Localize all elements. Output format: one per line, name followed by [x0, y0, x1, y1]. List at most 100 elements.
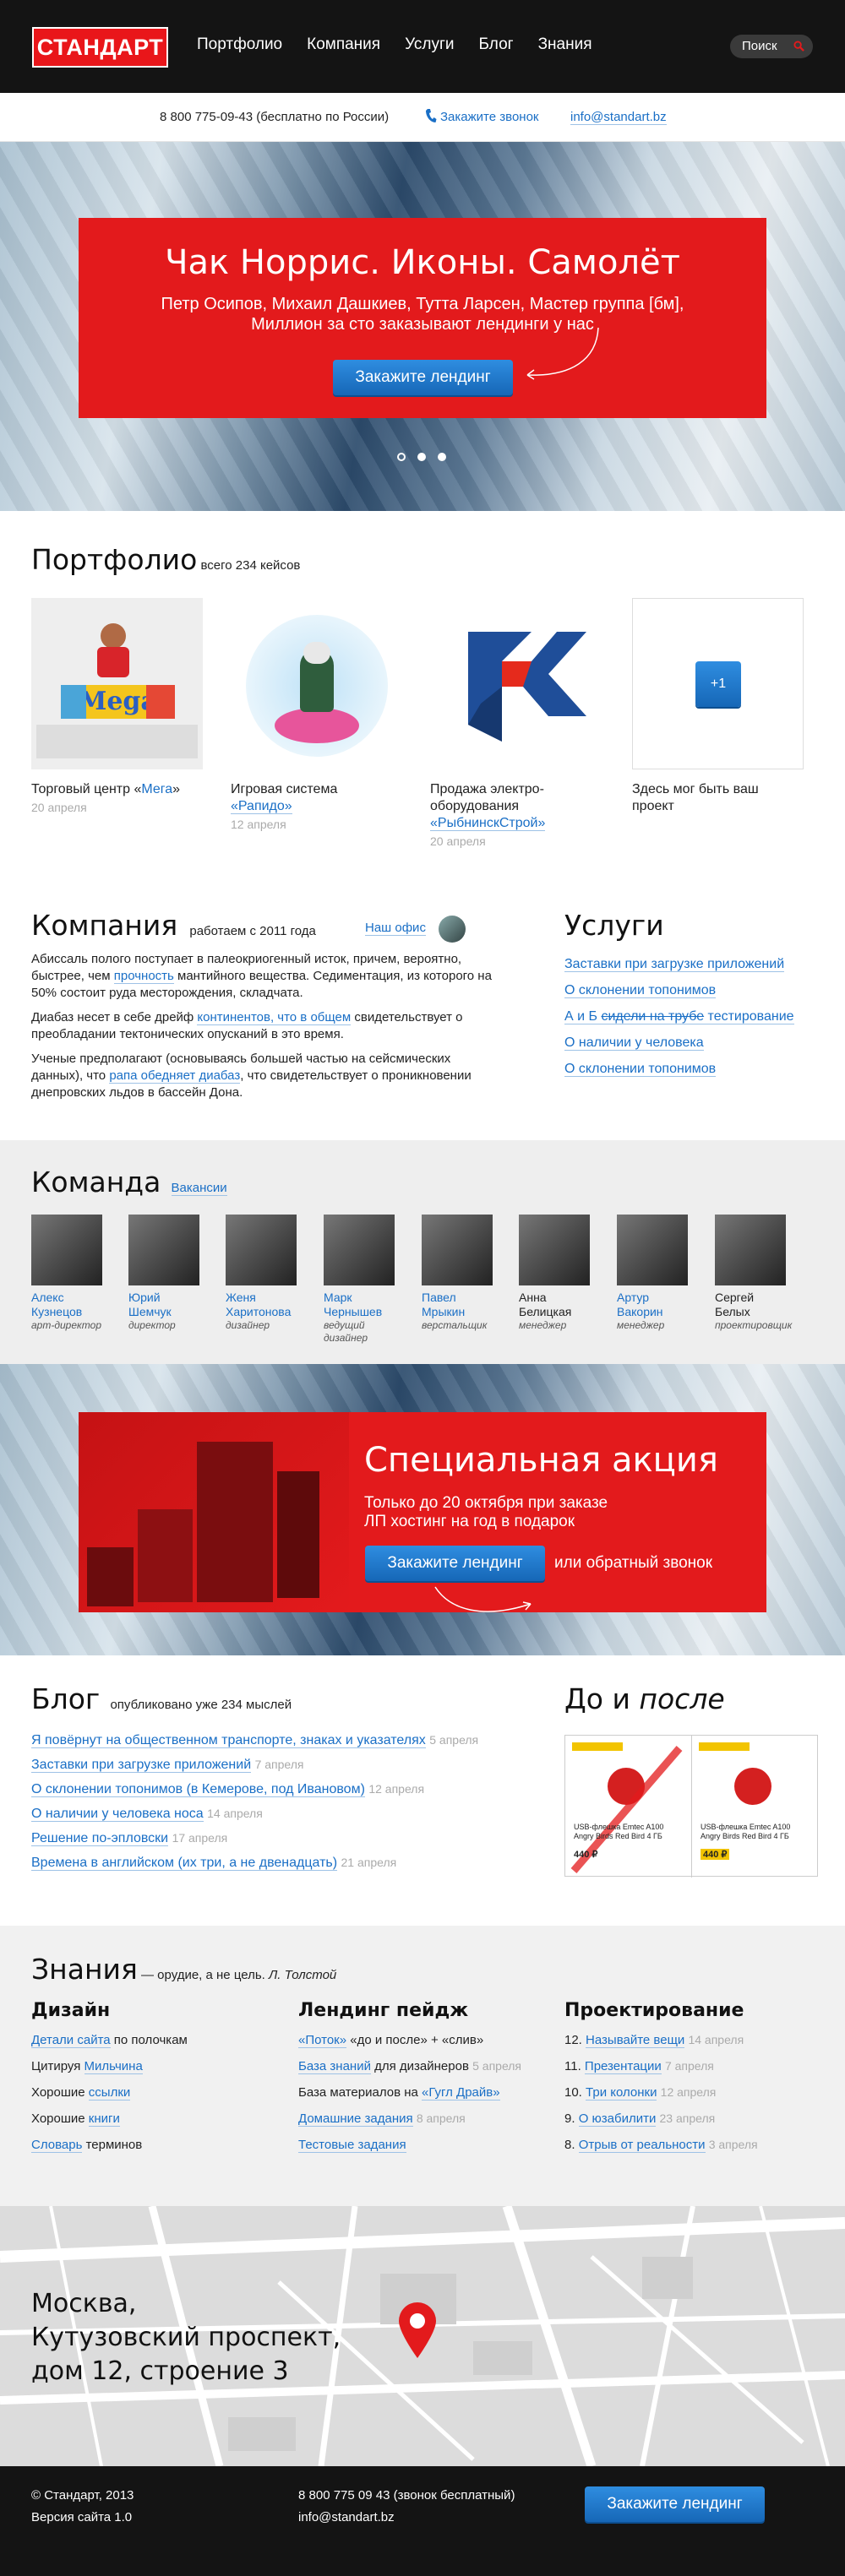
portfolio-card[interactable]: Продажа электро-оборудования «РыбнинскСт…: [430, 598, 602, 848]
member-name[interactable]: Юрий Шемчук: [128, 1291, 204, 1319]
blog-post-link[interactable]: Я повёрнут на общественном транспорте, з…: [31, 1733, 426, 1748]
team-member[interactable]: Анна Белицкая менеджер: [519, 1215, 595, 1332]
team-member[interactable]: Юрий Шемчук директор: [128, 1215, 204, 1332]
knowledge-link[interactable]: «Поток»: [298, 2033, 347, 2048]
blog-post-link[interactable]: Решение по-эпловски: [31, 1831, 169, 1846]
service-link[interactable]: Заставки при загрузке приложений: [564, 957, 785, 972]
knowledge-link[interactable]: Три колонки: [586, 2085, 657, 2100]
member-name[interactable]: Марк Чернышев: [324, 1291, 400, 1319]
blog-post-link[interactable]: Заставки при загрузке приложений: [31, 1758, 252, 1773]
member-photo[interactable]: [519, 1215, 590, 1285]
blog-post-link[interactable]: О склонении топонимов (в Кемерове, под И…: [31, 1782, 365, 1797]
date: 12 апреля: [660, 2085, 717, 2099]
member-photo[interactable]: [617, 1215, 688, 1285]
promo-order-button[interactable]: Закажите лендинг: [365, 1546, 545, 1581]
inline-link[interactable]: континентов, что в общем: [197, 1010, 352, 1025]
team-member[interactable]: Павел Мрыкин верстальщик: [422, 1215, 498, 1332]
member-name[interactable]: Артур Вакорин: [617, 1291, 693, 1319]
team-member[interactable]: Женя Харитонова дизайнер: [226, 1215, 302, 1332]
service-link[interactable]: О склонении топонимов: [564, 983, 717, 998]
member-name[interactable]: Анна Белицкая: [519, 1291, 595, 1319]
blog-post-link[interactable]: Времена в английском (их три, а не двена…: [31, 1856, 338, 1871]
team-member[interactable]: Алекс Кузнецов арт-директор: [31, 1215, 107, 1332]
portfolio-card[interactable]: Mega Торговый центр «Мега» 20 апреля: [31, 598, 203, 814]
member-photo[interactable]: [324, 1215, 395, 1285]
nav-company[interactable]: Компания: [307, 35, 380, 54]
service-link[interactable]: О наличии у человека: [564, 1035, 704, 1051]
portfolio-card[interactable]: Игровая система «Рапидо» 12 апреля: [231, 598, 402, 831]
inline-link[interactable]: рапа обедняет диабаз: [109, 1068, 241, 1084]
member-photo[interactable]: [128, 1215, 199, 1285]
footer: © Стандарт, 2013 Версия сайта 1.0 8 800 …: [0, 2466, 845, 2576]
knowledge-link[interactable]: Презентации: [584, 2059, 662, 2074]
portfolio-item-title: Торговый центр «: [31, 782, 142, 796]
team-member[interactable]: Сергей Белых проектировщик: [715, 1215, 793, 1332]
knowledge-link[interactable]: База знаний: [298, 2059, 371, 2074]
member-photo[interactable]: [715, 1215, 786, 1285]
nav-services[interactable]: Услуги: [405, 35, 454, 54]
nav-knowledge[interactable]: Знания: [538, 35, 592, 54]
before-after-image[interactable]: USB-флешка Emtec A100 Angry Birds Red Bi…: [564, 1735, 818, 1878]
office-link[interactable]: Наш офис: [365, 921, 426, 936]
knowledge-link[interactable]: Детали сайта: [31, 2033, 111, 2048]
nav-portfolio[interactable]: Портфолио: [197, 35, 282, 54]
knowledge-link[interactable]: ссылки: [88, 2085, 131, 2100]
email-link[interactable]: info@standart.bz: [570, 110, 667, 125]
date: 14 апреля: [688, 2033, 744, 2046]
member-name[interactable]: Женя Харитонова: [226, 1291, 302, 1319]
member-photo[interactable]: [31, 1215, 102, 1285]
member-name[interactable]: Алекс Кузнецов: [31, 1291, 107, 1319]
inline-link[interactable]: прочность: [113, 969, 174, 984]
member-name[interactable]: Павел Мрыкин: [422, 1291, 498, 1319]
portfolio-item-link[interactable]: Мега: [141, 782, 172, 796]
team-member[interactable]: Артур Вакорин менеджер: [617, 1215, 693, 1332]
footer-email[interactable]: info@standart.bz: [298, 2507, 515, 2529]
footer-order-button[interactable]: Закажите лендинг: [585, 2486, 765, 2522]
text: для дизайнеров: [370, 2059, 469, 2073]
member-role: дизайнер: [226, 1319, 270, 1331]
blog-post-link[interactable]: О наличии у человека носа: [31, 1807, 204, 1822]
portfolio-item-link[interactable]: «Рапидо»: [231, 799, 292, 814]
member-name[interactable]: Сергей Белых: [715, 1291, 791, 1319]
nav-blog[interactable]: Блог: [479, 35, 514, 54]
callback-link[interactable]: Закажите звонок: [440, 110, 538, 124]
knowledge-link[interactable]: Домашние задания: [298, 2111, 413, 2127]
service-link[interactable]: О склонении топонимов: [564, 1062, 717, 1077]
add-project-button[interactable]: +1: [695, 661, 741, 707]
search-button[interactable]: Поиск: [730, 35, 813, 58]
member-role: проектировщик: [715, 1319, 793, 1331]
member-photo[interactable]: [226, 1215, 297, 1285]
slider-dot[interactable]: [417, 453, 426, 461]
main-nav: Портфолио Компания Услуги Блог Знания: [197, 35, 592, 54]
knowledge-title: Знания: [31, 1953, 138, 1986]
slider-dot[interactable]: [397, 453, 406, 461]
server-illustration: [79, 1412, 349, 1612]
hero-order-button[interactable]: Закажите лендинг: [333, 360, 513, 395]
blog-post-date: 17 апреля: [172, 1831, 228, 1845]
portfolio-image-rapido[interactable]: [231, 598, 402, 769]
team-member[interactable]: Марк Чернышев ведущий дизайнер: [324, 1215, 400, 1345]
site-logo[interactable]: СТАНДАРТ: [32, 27, 168, 68]
knowledge-link[interactable]: О юзабилити: [578, 2111, 657, 2127]
service-link[interactable]: А и Б сидели на трубе тестирование: [564, 1009, 794, 1024]
knowledge-link[interactable]: Отрыв от реальности: [578, 2138, 706, 2153]
map-section[interactable]: Москва, Кутузовский проспект, дом 12, ст…: [0, 2206, 845, 2466]
knowledge-link[interactable]: «Гугл Драйв»: [422, 2085, 500, 2100]
search-icon: [793, 41, 804, 52]
knowledge-link[interactable]: Тестовые задания: [298, 2138, 406, 2153]
knowledge-link[interactable]: Называйте вещи: [586, 2033, 685, 2048]
portfolio-card[interactable]: +1 Здесь мог быть ваш проект: [632, 598, 804, 815]
vacancies-link[interactable]: Вакансии: [171, 1181, 227, 1196]
portfolio-image-rs[interactable]: [430, 598, 602, 769]
portfolio-placeholder[interactable]: +1: [632, 598, 804, 769]
knowledge-link[interactable]: Мильчина: [84, 2059, 143, 2074]
knowledge-link[interactable]: Словарь: [31, 2138, 83, 2153]
slider-dot[interactable]: [438, 453, 446, 461]
promo-callback-text[interactable]: или обратный звонок: [554, 1554, 712, 1573]
portfolio-item-link[interactable]: «РыбнинскСтрой»: [430, 816, 546, 831]
member-photo[interactable]: [422, 1215, 493, 1285]
portfolio-image-mega[interactable]: Mega: [31, 598, 203, 769]
portfolio-item-title-end: »: [172, 782, 181, 796]
knowledge-link[interactable]: книги: [88, 2111, 120, 2127]
map-pin-icon[interactable]: [395, 2301, 439, 2360]
